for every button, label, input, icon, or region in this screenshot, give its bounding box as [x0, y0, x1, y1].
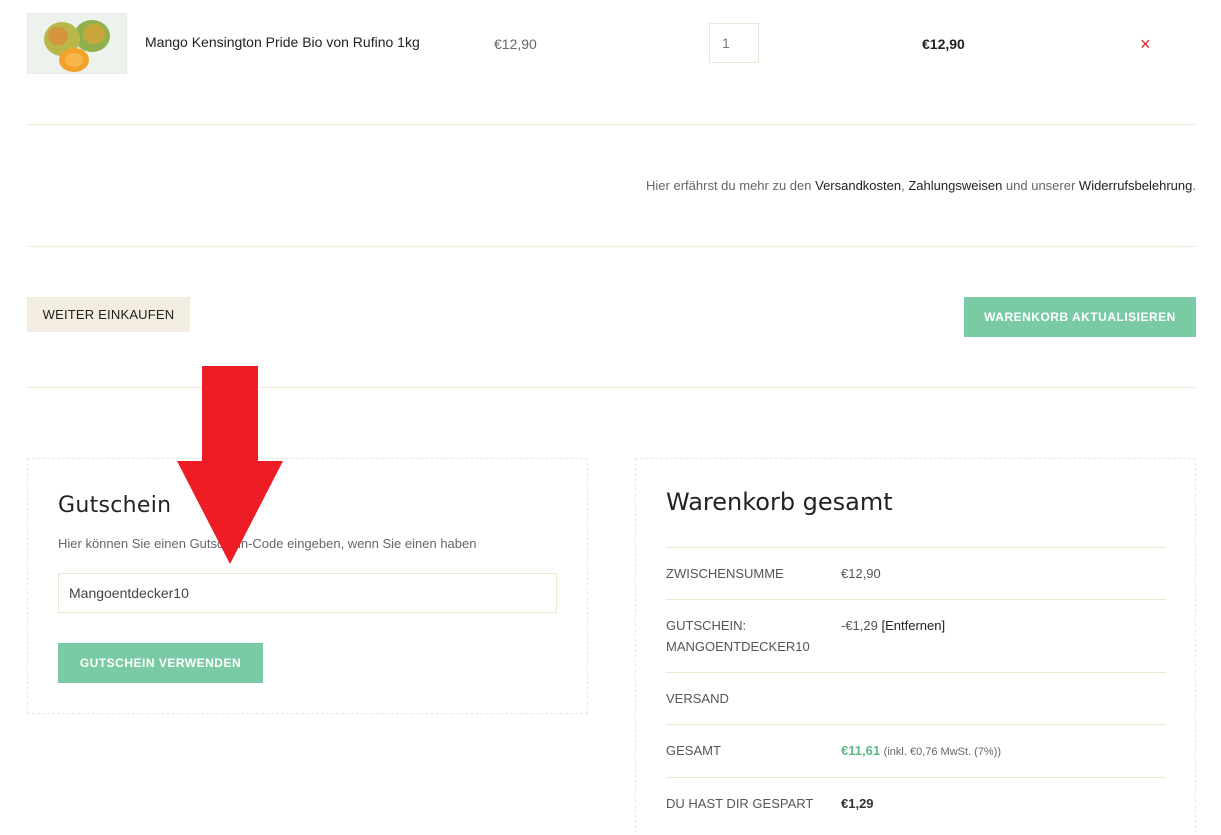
product-thumbnail[interactable] — [27, 13, 127, 74]
shipping-costs-link[interactable]: Versandkosten — [815, 178, 901, 193]
total-value-group: €11,61 (inkl. €0,76 MwSt. (7%)) — [841, 740, 1001, 763]
product-price: €12,90 — [494, 36, 537, 52]
divider — [27, 246, 1196, 247]
withdrawal-policy-link[interactable]: Widerrufsbelehrung — [1079, 178, 1192, 193]
coupon-title: Gutschein — [58, 493, 172, 518]
red-arrow-icon — [177, 366, 283, 564]
tax-suffix: MwSt. (7%)) — [937, 746, 1002, 758]
info-middle: und unserer — [1002, 178, 1079, 193]
tax-value: €0,76 — [909, 746, 938, 758]
legal-info-text: Hier erfährst du mehr zu den Versandkost… — [646, 178, 1196, 193]
info-suffix: . — [1192, 178, 1196, 193]
subtotal-value: €12,90 — [841, 566, 881, 581]
coupon-row-label-line2: MANGOENTDECKER10 — [666, 639, 810, 654]
continue-shopping-button[interactable]: WEITER EINKAUFEN — [27, 297, 190, 332]
remove-coupon-link[interactable]: [Entfernen] — [882, 618, 946, 633]
coupon-row-value: -€1,29 [Entfernen] — [841, 615, 945, 636]
savings-label: DU HAST DIR GESPART — [666, 796, 814, 811]
coupon-discount-value: -€1,29 — [841, 618, 878, 633]
totals-divider — [666, 547, 1166, 548]
cart-totals-title: Warenkorb gesamt — [666, 488, 893, 516]
coupon-row-label: GUTSCHEIN: MANGOENTDECKER10 — [666, 615, 810, 657]
totals-divider — [666, 777, 1166, 778]
info-prefix: Hier erfährst du mehr zu den — [646, 178, 816, 193]
quantity-input[interactable] — [709, 23, 759, 63]
product-subtotal: €12,90 — [922, 36, 965, 52]
tax-prefix: (inkl. — [883, 746, 910, 758]
totals-divider — [666, 599, 1166, 600]
subtotal-label: ZWISCHENSUMME — [666, 566, 784, 581]
coupon-row-label-line1: GUTSCHEIN: — [666, 618, 747, 633]
apply-coupon-button[interactable]: GUTSCHEIN VERWENDEN — [58, 643, 263, 683]
totals-divider — [666, 672, 1166, 673]
remove-item-icon[interactable]: × — [1140, 34, 1151, 54]
mango-image — [28, 14, 126, 73]
product-name[interactable]: Mango Kensington Pride Bio von Rufino 1k… — [145, 34, 420, 50]
shipping-label: VERSAND — [666, 691, 729, 706]
total-label: GESAMT — [666, 743, 721, 758]
savings-value: €1,29 — [841, 796, 874, 811]
coupon-code-input[interactable] — [58, 573, 557, 613]
total-value: €11,61 — [841, 743, 881, 758]
payment-methods-link[interactable]: Zahlungsweisen — [908, 178, 1002, 193]
divider — [27, 124, 1196, 125]
update-cart-button[interactable]: WARENKORB AKTUALISIEREN — [964, 297, 1196, 337]
totals-divider — [666, 724, 1166, 725]
